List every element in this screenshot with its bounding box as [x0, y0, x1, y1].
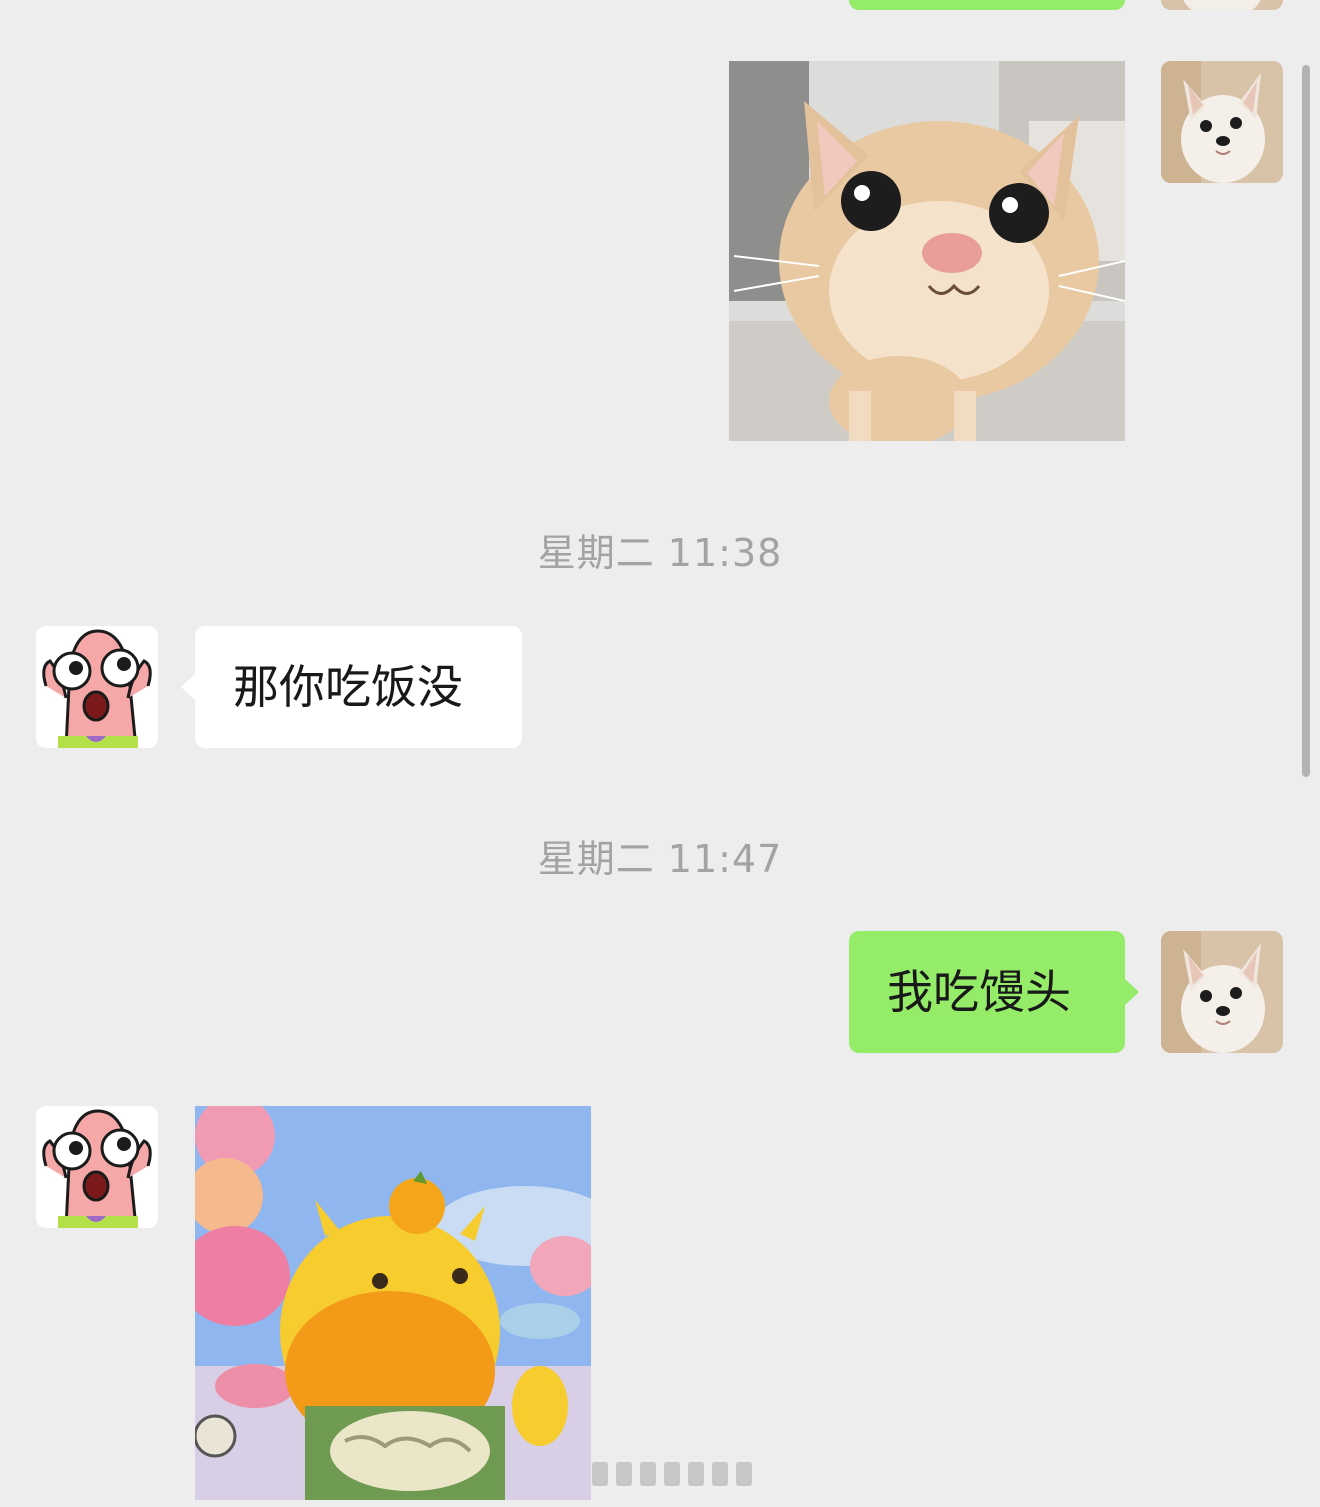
self-avatar[interactable]: [1161, 931, 1283, 1053]
chat-scrollbar[interactable]: [1302, 65, 1310, 777]
puppy-avatar-icon: [1161, 61, 1283, 183]
kitten-sticker-icon: [729, 61, 1125, 441]
incoming-bubble-tail: [181, 674, 195, 700]
previous-outgoing-bubble-edge[interactable]: [849, 0, 1125, 10]
timestamp: 星期二 11:47: [537, 837, 783, 881]
outgoing-bubble-tail: [1125, 979, 1139, 1005]
contact-avatar[interactable]: [36, 1106, 158, 1228]
duck-sticker-message[interactable]: [195, 1106, 591, 1500]
incoming-text-bubble[interactable]: 那你吃饭没: [195, 626, 522, 748]
self-avatar-clipped[interactable]: [1161, 0, 1283, 10]
yellow-duck-sticker-icon: [195, 1106, 591, 1500]
contact-avatar[interactable]: [36, 626, 158, 748]
patrick-star-avatar-icon: [36, 626, 158, 748]
kitten-sticker-message[interactable]: [729, 61, 1125, 441]
watermark: [592, 1462, 762, 1490]
timestamp: 星期二 11:38: [537, 531, 783, 575]
self-avatar[interactable]: [1161, 61, 1283, 183]
patrick-star-avatar-icon: [36, 1106, 158, 1228]
puppy-avatar-icon: [1161, 931, 1283, 1053]
outgoing-text-bubble[interactable]: 我吃馒头: [849, 931, 1125, 1053]
